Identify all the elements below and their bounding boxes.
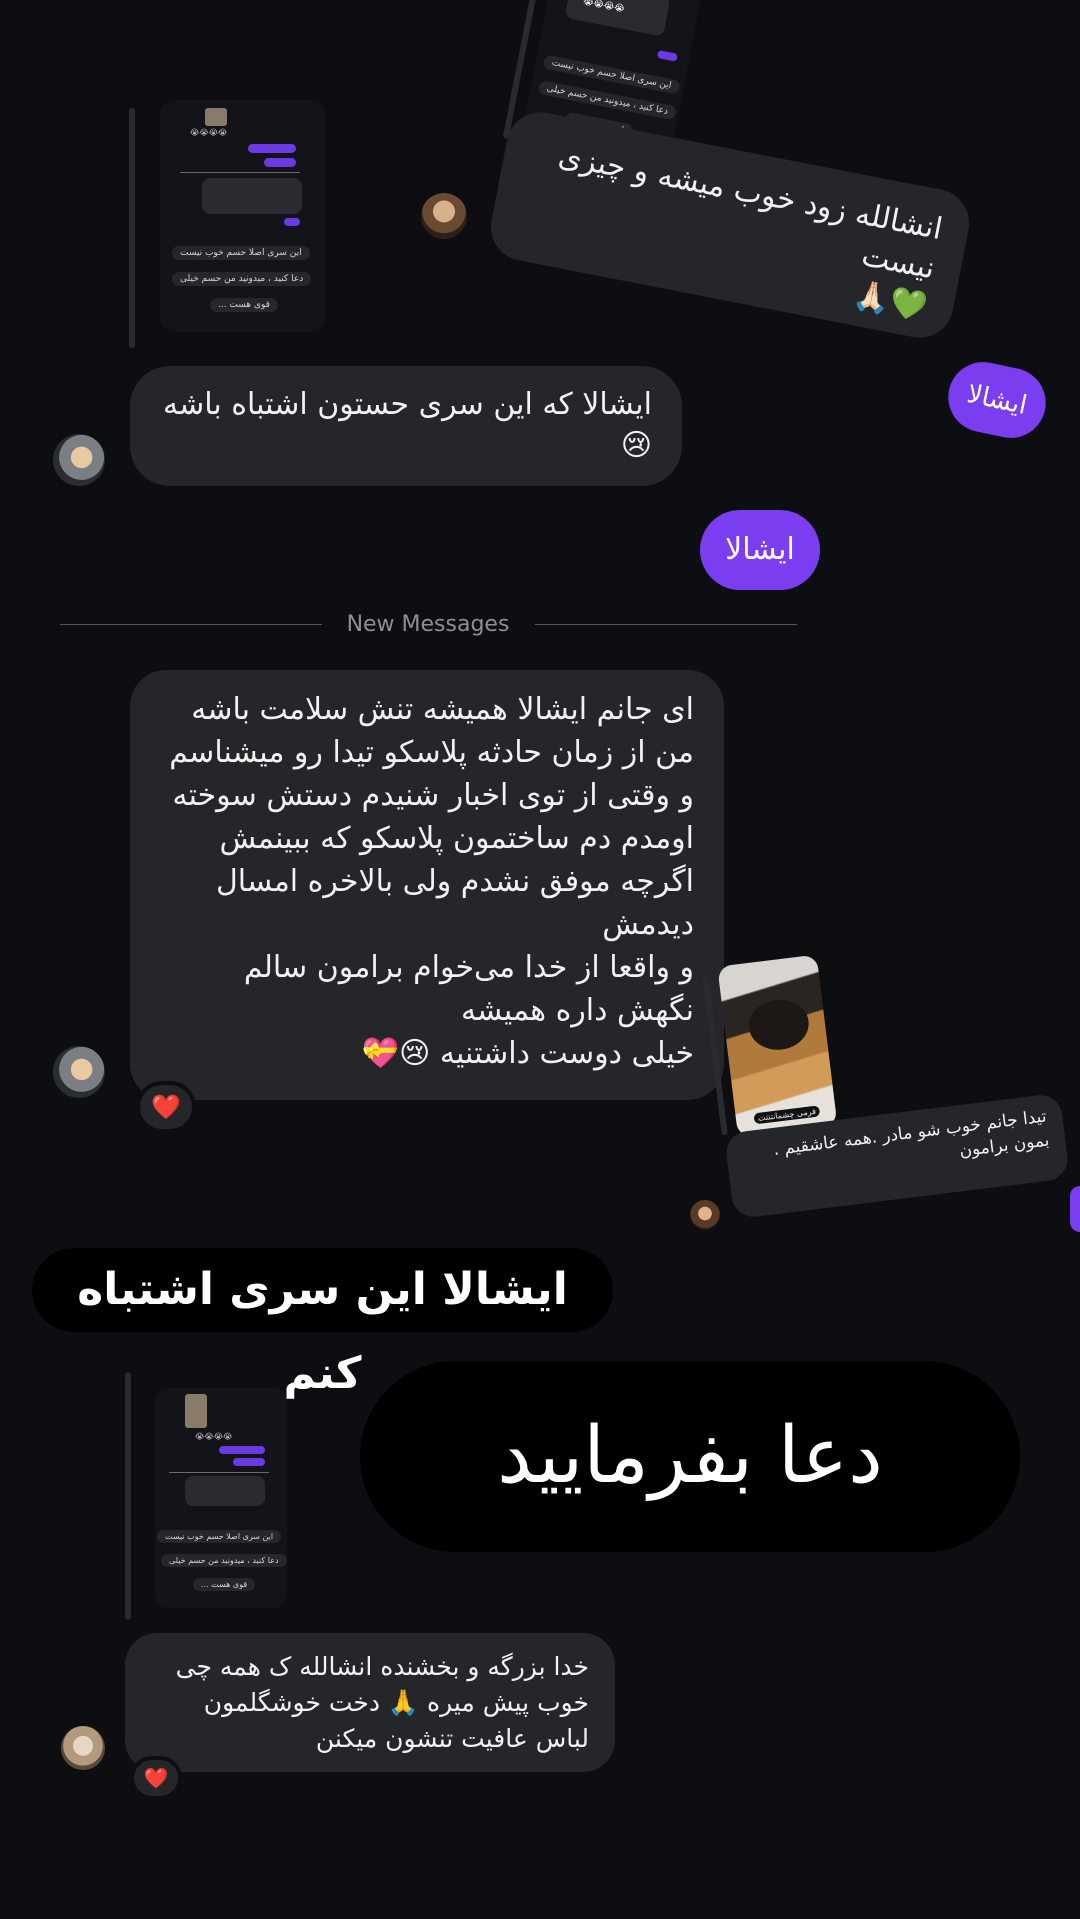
reply-bar [125, 1372, 131, 1620]
cat-photo[interactable]: فرمی چشمانتتتت [717, 954, 838, 1138]
message-line: لباس عافیت تنشون میکنن [315, 1724, 589, 1753]
avatar[interactable] [690, 1200, 720, 1230]
message-bubble-long[interactable]: ای جانم ایشالا همیشه تنش سلامت باشه من ا… [130, 670, 724, 1100]
mini-text-3: قوی هست ... [193, 1578, 256, 1591]
mini-text-3: قوی هست ... [210, 298, 278, 312]
story-reply-thumbnail[interactable]: 😭😭😭😭 این سری اصلا حسم خوب نیست دعا کنید … [160, 100, 325, 332]
message-bubble-final[interactable]: خدا بزرگه و بخشنده انشالله ک همه چی خوب … [125, 1633, 615, 1772]
sticker-doa[interactable]: دعا بفرمایید [360, 1361, 1020, 1552]
new-messages-label: New Messages [346, 612, 510, 637]
message-line: و وقتی از توی اخبار شنیدم دستش سوخته [172, 778, 694, 813]
sticker-ishala-wrong[interactable]: ایشالا این سری اشتباه کنم [32, 1248, 613, 1399]
message-emoji: 😢 [620, 428, 652, 463]
mini-text-1: این سری اصلا حسم خوب نیست [172, 246, 310, 260]
message-line: دیدمش [602, 907, 694, 942]
avatar[interactable] [53, 1046, 105, 1098]
message-text: ایشالا که این سری حستون اشتباه باشه [162, 387, 652, 422]
new-messages-divider: New Messages [60, 612, 797, 638]
message-text: ایشالا [725, 532, 795, 567]
photo-caption: فرمی چشمانتتتت [753, 1105, 821, 1125]
red-heart-icon: ❤️ [143, 1766, 169, 1790]
message-line: اومدم دم ساختمون پلاسکو که ببینمش [219, 821, 695, 856]
mini-text-2: دعا کنید ، میدونید من حسم خیلی [172, 272, 312, 286]
message-emoji: 😢💝 [361, 1036, 431, 1071]
offscreen-purple-bubble [1070, 1186, 1080, 1232]
reaction-badge[interactable]: ❤️ [130, 1756, 182, 1800]
reaction-badge[interactable]: ❤️ [136, 1081, 196, 1133]
message-line: نگهش داره همیشه [460, 993, 694, 1028]
story-reply-thumbnail[interactable]: 😭😭😭😭 این سری اصلا حسم خوب نیست دعا کنید … [155, 1388, 287, 1608]
message-text: ایشالا [964, 379, 1030, 421]
message-bubble-ishala-big[interactable]: ایشالا [700, 510, 820, 590]
red-heart-icon: ❤️ [151, 1093, 181, 1121]
avatar[interactable] [53, 434, 105, 486]
mini-text-2: دعا کنید ، میدونید من حسم خیلی [161, 1554, 287, 1567]
message-line: اگرچه موفق نشدم ولی بالاخره امسال [216, 864, 694, 899]
message-line: من از زمان حادثه پلاسکو تیدا رو میشناسم [169, 735, 694, 770]
message-line: خوب پیش میره 🙏 دخت خوشگلمون [203, 1688, 589, 1717]
mini-emoji-row: 😭😭😭😭 [195, 1432, 233, 1441]
mini-text-1: این سری اصلا حسم خوب نیست [157, 1530, 282, 1543]
message-line: خیلی دوست داشتنیه [439, 1036, 694, 1071]
avatar[interactable] [421, 193, 467, 239]
message-line: خدا بزرگه و بخشنده انشالله ک همه چی [175, 1652, 589, 1681]
message-line: ای جانم ایشالا همیشه تنش سلامت باشه [191, 692, 694, 727]
sticker-text: دعا بفرمایید [497, 1411, 883, 1501]
message-bubble-ishala-small[interactable]: ایشالا [941, 355, 1053, 445]
reply-bar [129, 108, 135, 348]
mini-emoji-row: 😭😭😭😭 [190, 128, 228, 137]
avatar[interactable] [61, 1726, 105, 1770]
message-line: و واقعا از خدا می‌خوام برامون سالم [243, 950, 694, 985]
message-bubble-ishala-wrong[interactable]: ایشالا که این سری حستون اشتباه باشه 😢 [130, 366, 682, 486]
